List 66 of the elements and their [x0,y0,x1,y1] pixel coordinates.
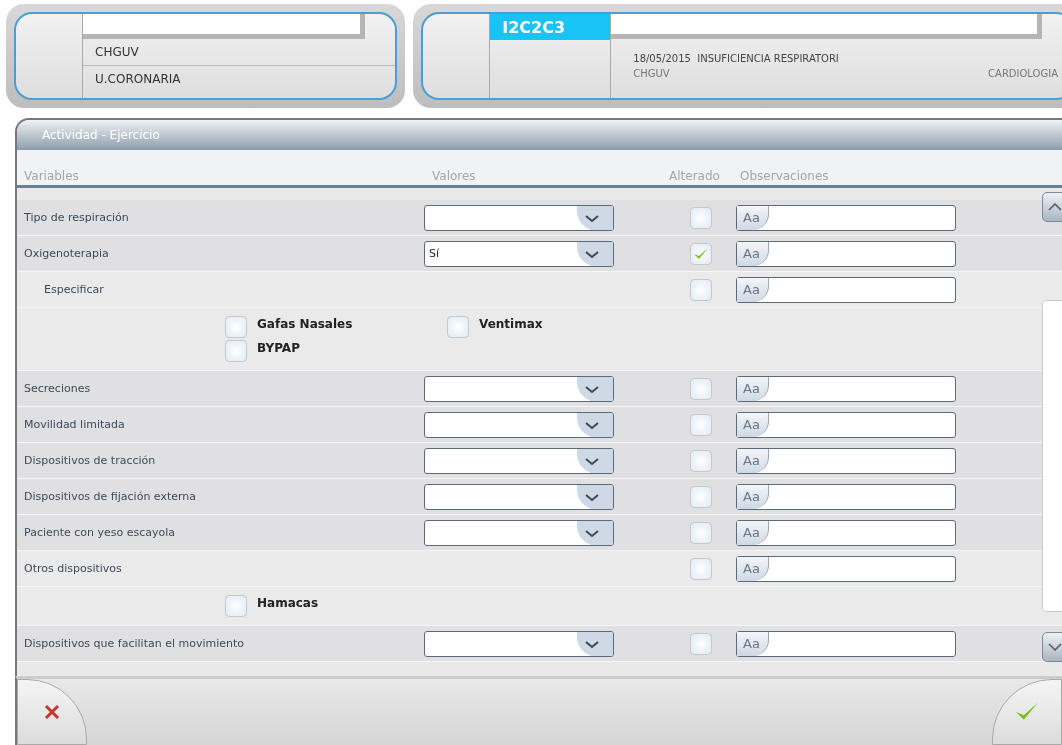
observations-field[interactable]: Aa [736,240,956,267]
observations-field[interactable]: Aa [736,204,956,231]
checkbox[interactable] [690,557,712,580]
checkbox[interactable] [690,449,712,472]
panel-title: Actividad - Ejercicio [17,120,1062,150]
value-dropdown[interactable] [424,483,614,510]
variable-label: Especificar [44,283,104,296]
episode-code: I2C2C3 [490,14,611,40]
checkbox[interactable] [690,377,712,400]
episode-text: 18/05/2015 INSUFICIENCIA RESPIRATORI [633,53,840,64]
observations-field[interactable]: Aa [736,276,956,303]
option-label: Ventimax [479,317,543,331]
checkbox[interactable] [225,316,247,338]
checkbox[interactable] [690,485,712,508]
checkbox[interactable] [690,242,712,265]
value-dropdown[interactable] [424,630,614,657]
variable-label: Oxigenoterapia [24,247,109,260]
value-dropdown[interactable] [424,204,614,231]
observations-field[interactable]: Aa [736,519,956,546]
value-dropdown[interactable] [424,519,614,546]
column-header: Observaciones [740,169,829,185]
observations-field[interactable]: Aa [736,375,956,402]
column-header: Valores [432,169,476,185]
option-label: Hamacas [257,596,319,610]
scrollbar-thumb[interactable] [1042,300,1062,612]
variable-label: Otros dispositivos [24,562,122,575]
checkbox[interactable] [447,316,469,338]
checkbox[interactable] [690,632,712,655]
value-dropdown[interactable] [424,411,614,438]
column-header: Variables [24,169,79,185]
chevron-down-icon [1048,643,1062,651]
variable-label: Paciente con yeso escayola [24,526,176,539]
checkbox[interactable] [690,413,712,436]
column-header: Alterado [669,169,720,185]
observations-field[interactable]: Aa [736,630,956,657]
checkbox[interactable] [690,278,712,301]
variable-label: Tipo de respiración [24,211,129,224]
option-label: Gafas Nasales [257,317,353,331]
cancel-button[interactable] [17,679,87,745]
checkbox[interactable] [225,595,247,617]
variable-label: Movilidad limitada [24,418,125,431]
checkmark-icon [693,246,709,261]
chevron-up-icon [1048,203,1062,211]
checkbox[interactable] [690,206,712,229]
observations-field[interactable]: Aa [736,483,956,510]
confirm-button[interactable] [992,679,1062,745]
option-label: BYPAP [257,341,300,355]
scroll-up-button[interactable] [1042,192,1062,222]
checkbox[interactable] [690,521,712,544]
variable-label: Secreciones [24,382,91,395]
observations-field[interactable]: Aa [736,447,956,474]
scroll-down-button[interactable] [1042,632,1062,662]
center-text: CHGUV [633,68,670,79]
card-text: U.CORONARIA [95,72,181,86]
close-icon [44,704,60,720]
variable-label: Dispositivos de tracción [24,454,156,467]
observations-field[interactable]: Aa [736,411,956,438]
observations-field[interactable]: Aa [736,555,956,582]
value-dropdown[interactable]: Sí [424,240,614,267]
variable-label: Dispositivos que facilitan el movimiento [24,637,245,650]
checkbox[interactable] [225,340,247,362]
service-text: CARDIOLOGIA [988,68,1058,79]
value-dropdown[interactable] [424,375,614,402]
card-text: CHGUV [95,45,139,59]
value-dropdown[interactable] [424,447,614,474]
variable-label: Dispositivos de fijación externa [24,490,197,503]
